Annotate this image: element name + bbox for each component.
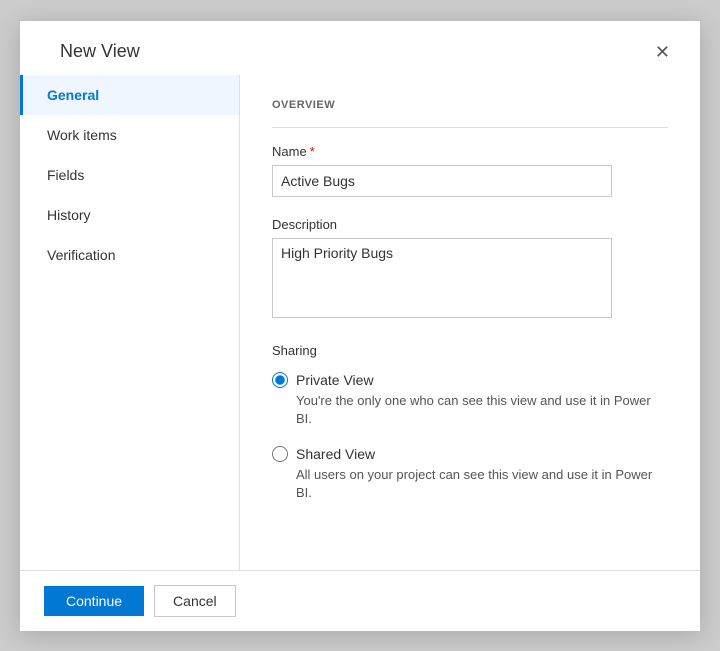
dialog-body: General Work items Fields History Verifi… bbox=[20, 75, 700, 570]
main-content: Overview Name * Description High Priorit… bbox=[240, 75, 700, 570]
sharing-label: Sharing bbox=[272, 343, 668, 358]
overview-divider bbox=[272, 127, 668, 128]
shared-view-radio[interactable] bbox=[272, 446, 288, 462]
sidebar: General Work items Fields History Verifi… bbox=[20, 75, 240, 570]
name-field-group: Name * bbox=[272, 144, 668, 197]
dialog-overlay: New View ✕ General Work items Fields His… bbox=[0, 0, 720, 651]
description-input[interactable]: High Priority Bugs bbox=[272, 238, 612, 318]
sidebar-item-verification[interactable]: Verification bbox=[20, 235, 239, 275]
radio-group: Private View You're the only one who can… bbox=[272, 372, 668, 515]
shared-view-row: Shared View bbox=[272, 446, 668, 462]
close-button[interactable]: ✕ bbox=[649, 39, 676, 65]
dialog: New View ✕ General Work items Fields His… bbox=[20, 21, 700, 631]
private-view-row: Private View bbox=[272, 372, 668, 388]
description-label: Description bbox=[272, 217, 668, 232]
continue-button[interactable]: Continue bbox=[44, 586, 144, 616]
overview-label: Overview bbox=[272, 99, 668, 111]
dialog-header: New View ✕ bbox=[20, 21, 700, 75]
sharing-section: Sharing Private View You're the only one… bbox=[272, 343, 668, 515]
sidebar-item-history[interactable]: History bbox=[20, 195, 239, 235]
name-input[interactable] bbox=[272, 165, 612, 197]
sidebar-item-work-items[interactable]: Work items bbox=[20, 115, 239, 155]
required-indicator: * bbox=[310, 144, 315, 159]
shared-view-option: Shared View All users on your project ca… bbox=[272, 446, 668, 502]
private-view-radio[interactable] bbox=[272, 372, 288, 388]
sidebar-item-general[interactable]: General bbox=[20, 75, 239, 115]
private-view-label[interactable]: Private View bbox=[296, 372, 374, 388]
dialog-title: New View bbox=[60, 41, 140, 62]
dialog-footer: Continue Cancel bbox=[20, 570, 700, 631]
shared-view-description: All users on your project can see this v… bbox=[296, 466, 668, 502]
description-field-group: Description High Priority Bugs bbox=[272, 217, 668, 323]
name-label: Name * bbox=[272, 144, 668, 159]
private-view-description: You're the only one who can see this vie… bbox=[296, 392, 668, 428]
sidebar-item-fields[interactable]: Fields bbox=[20, 155, 239, 195]
private-view-option: Private View You're the only one who can… bbox=[272, 372, 668, 428]
cancel-button[interactable]: Cancel bbox=[154, 585, 236, 617]
shared-view-label[interactable]: Shared View bbox=[296, 446, 375, 462]
